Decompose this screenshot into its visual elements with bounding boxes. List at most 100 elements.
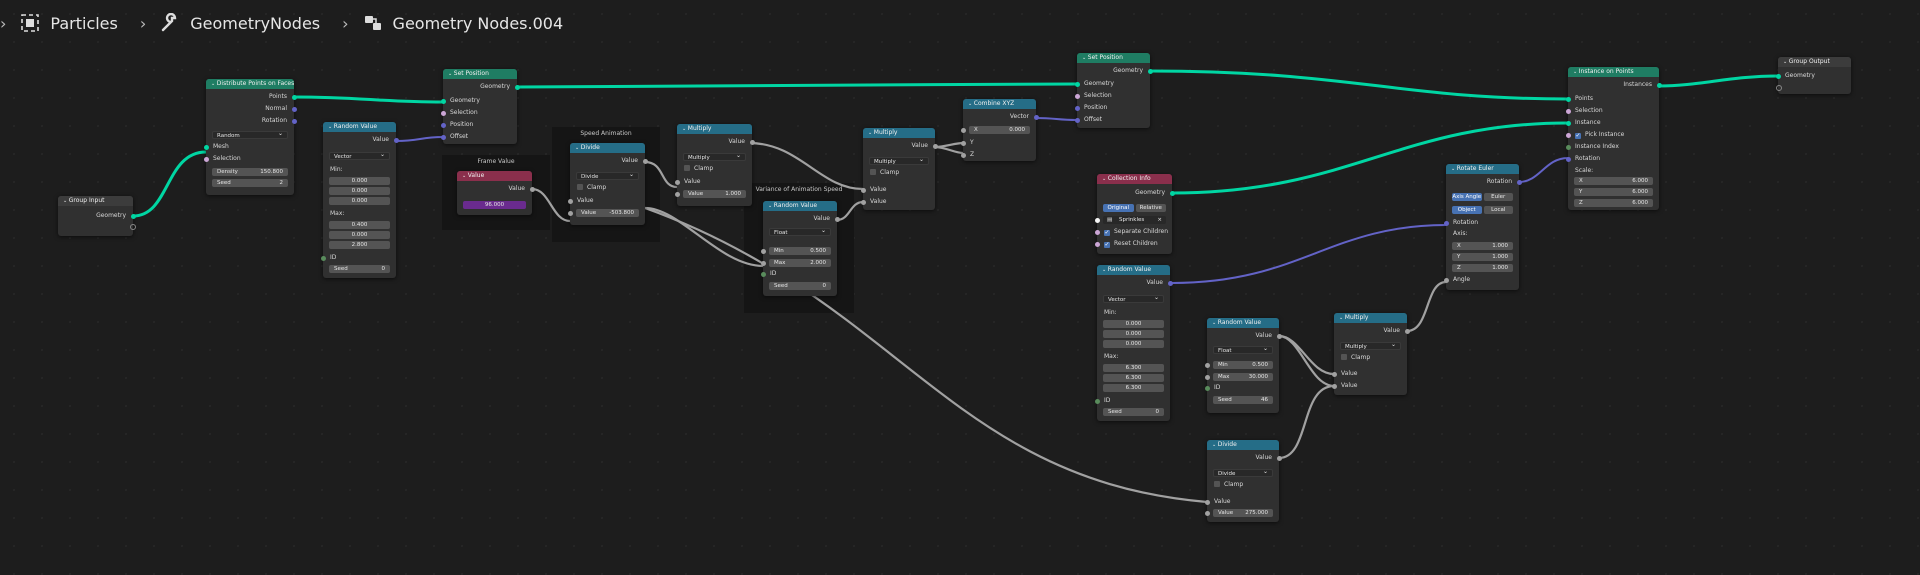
- max-field[interactable]: Max 2.000: [769, 259, 831, 267]
- max-y-field[interactable]: 0.000: [329, 231, 390, 239]
- node-header[interactable]: Random Value: [763, 201, 837, 211]
- checkbox[interactable]: [870, 169, 876, 175]
- transform-space-toggle[interactable]: Original Relative: [1103, 204, 1166, 212]
- operation-dropdown[interactable]: Multiply: [683, 152, 746, 161]
- object-option[interactable]: Object: [1452, 206, 1482, 214]
- input-socket[interactable]: [1094, 218, 1100, 223]
- space-toggle[interactable]: Object Local: [1452, 206, 1513, 214]
- separate-children-checkbox[interactable]: ✓ Separate Children: [1097, 227, 1172, 237]
- output-socket[interactable]: [932, 144, 938, 149]
- checkbox-checked[interactable]: ✓: [1104, 230, 1110, 236]
- node-divide-1[interactable]: Divide Value Divide Clamp Value Value -50…: [567, 143, 648, 225]
- node-group-input[interactable]: Group Input Geometry: [58, 196, 136, 236]
- node-header[interactable]: Random Value: [1207, 318, 1279, 328]
- input-socket[interactable]: [1443, 278, 1449, 283]
- axis-angle-option[interactable]: Axis Angle: [1452, 193, 1482, 201]
- output-socket[interactable]: [642, 159, 648, 164]
- node-header[interactable]: Group Output: [1778, 57, 1851, 67]
- local-option[interactable]: Local: [1483, 206, 1513, 214]
- node-header[interactable]: Instance on Points: [1568, 67, 1659, 77]
- operation-dropdown[interactable]: Multiply: [869, 156, 929, 165]
- output-socket[interactable]: [1276, 456, 1282, 461]
- checkbox[interactable]: [1214, 481, 1220, 487]
- input-socket[interactable]: [1331, 384, 1337, 389]
- max-y-field[interactable]: 6.300: [1103, 374, 1164, 382]
- checkbox-checked[interactable]: ✓: [1575, 133, 1581, 139]
- input-socket[interactable]: [1074, 94, 1080, 99]
- node-header[interactable]: Random Value: [323, 122, 396, 132]
- node-random-value-speed[interactable]: Random Value Value Float Min 0.500 Max 2.0…: [760, 201, 840, 296]
- max-z-field[interactable]: 6.300: [1103, 384, 1164, 392]
- node-header[interactable]: Random Value: [1097, 265, 1170, 275]
- input-socket[interactable]: [1331, 372, 1337, 377]
- node-value[interactable]: Value Value 96.000: [457, 171, 535, 215]
- value-field[interactable]: Value -503.800: [576, 209, 639, 217]
- operation-dropdown[interactable]: Divide: [576, 171, 639, 180]
- output-socket[interactable]: [1167, 281, 1173, 286]
- input-socket[interactable]: [1074, 82, 1080, 87]
- output-socket[interactable]: [529, 187, 535, 192]
- clamp-checkbox[interactable]: Clamp: [1207, 480, 1279, 490]
- input-socket[interactable]: [1204, 363, 1210, 368]
- node-header[interactable]: Divide: [1207, 440, 1279, 450]
- original-option[interactable]: Original: [1103, 204, 1134, 212]
- output-socket[interactable]: [834, 217, 840, 222]
- input-socket[interactable]: [1204, 500, 1210, 505]
- input-socket[interactable]: [203, 157, 209, 162]
- input-socket[interactable]: [760, 261, 766, 266]
- input-socket[interactable]: [440, 99, 446, 104]
- axis-x-field[interactable]: X 1.000: [1452, 242, 1513, 250]
- node-header[interactable]: Value: [457, 171, 532, 181]
- reset-children-checkbox[interactable]: ✓ Reset Children: [1097, 239, 1172, 249]
- node-set-position-2[interactable]: Set Position Geometry Geometry Selection…: [1074, 53, 1153, 128]
- max-x-field[interactable]: 6.300: [1103, 364, 1164, 372]
- max-x-field[interactable]: 0.400: [329, 221, 390, 229]
- input-socket[interactable]: [1074, 118, 1080, 123]
- node-random-value-angle[interactable]: Random Value Value Float Min 0.500 Max 30.…: [1204, 318, 1282, 413]
- value-field[interactable]: Value 275.000: [1213, 509, 1273, 517]
- input-socket[interactable]: [1204, 511, 1210, 516]
- input-socket[interactable]: [760, 249, 766, 254]
- input-socket[interactable]: [960, 141, 966, 146]
- input-socket[interactable]: [567, 199, 573, 204]
- output-socket[interactable]: [1276, 334, 1282, 339]
- seed-field[interactable]: Seed 0: [1103, 408, 1164, 416]
- input-socket-empty[interactable]: [1775, 85, 1782, 91]
- clamp-checkbox[interactable]: Clamp: [677, 164, 752, 174]
- x-field[interactable]: X 0.000: [969, 126, 1030, 134]
- axis-y-field[interactable]: Y 1.000: [1452, 253, 1513, 261]
- operation-dropdown[interactable]: Multiply: [1340, 341, 1401, 350]
- input-socket[interactable]: [1094, 399, 1100, 404]
- clamp-checkbox[interactable]: Clamp: [863, 168, 935, 178]
- node-multiply-2[interactable]: Multiply Value Multiply Clamp Value Valu…: [860, 128, 938, 210]
- min-x-field[interactable]: 0.000: [1103, 320, 1164, 328]
- input-socket[interactable]: [674, 180, 680, 185]
- node-distribute-points[interactable]: Distribute Points on Faces Points Normal…: [203, 79, 297, 195]
- node-collection-info[interactable]: Collection Info Geometry Original Relati…: [1094, 174, 1175, 254]
- seed-field[interactable]: Seed 0: [329, 265, 390, 273]
- node-combine-xyz[interactable]: Combine XYZ Vector X 0.000 Y Z: [960, 99, 1039, 161]
- input-socket[interactable]: [440, 111, 446, 116]
- checkbox[interactable]: [1341, 354, 1347, 360]
- node-header[interactable]: Multiply: [1334, 313, 1407, 323]
- clamp-checkbox[interactable]: Clamp: [570, 183, 645, 193]
- rotation-type-toggle[interactable]: Axis Angle Euler: [1452, 193, 1513, 201]
- output-socket[interactable]: [1656, 83, 1662, 88]
- data-type-dropdown[interactable]: Float: [1213, 345, 1273, 354]
- operation-dropdown[interactable]: Divide: [1213, 468, 1273, 477]
- min-y-field[interactable]: 0.000: [1103, 330, 1164, 338]
- node-header[interactable]: Multiply: [677, 124, 752, 134]
- pick-instance-checkbox[interactable]: ✓ Pick Instance: [1568, 130, 1659, 140]
- input-socket[interactable]: [760, 272, 766, 277]
- distribute-mode-dropdown[interactable]: Random: [212, 130, 288, 139]
- input-socket[interactable]: [440, 123, 446, 128]
- node-instance-on-points[interactable]: Instance on Points Instances Points Sele…: [1565, 67, 1662, 210]
- input-socket[interactable]: [960, 153, 966, 158]
- input-socket[interactable]: [1443, 221, 1449, 226]
- max-field[interactable]: Max 30.000: [1213, 373, 1273, 381]
- node-header[interactable]: Rotate Euler: [1446, 164, 1519, 174]
- node-divide-2[interactable]: Divide Value Divide Clamp Value Value 275…: [1204, 440, 1282, 522]
- output-socket[interactable]: [1033, 115, 1039, 120]
- min-z-field[interactable]: 0.000: [1103, 340, 1164, 348]
- seed-field[interactable]: Seed 0: [769, 282, 831, 290]
